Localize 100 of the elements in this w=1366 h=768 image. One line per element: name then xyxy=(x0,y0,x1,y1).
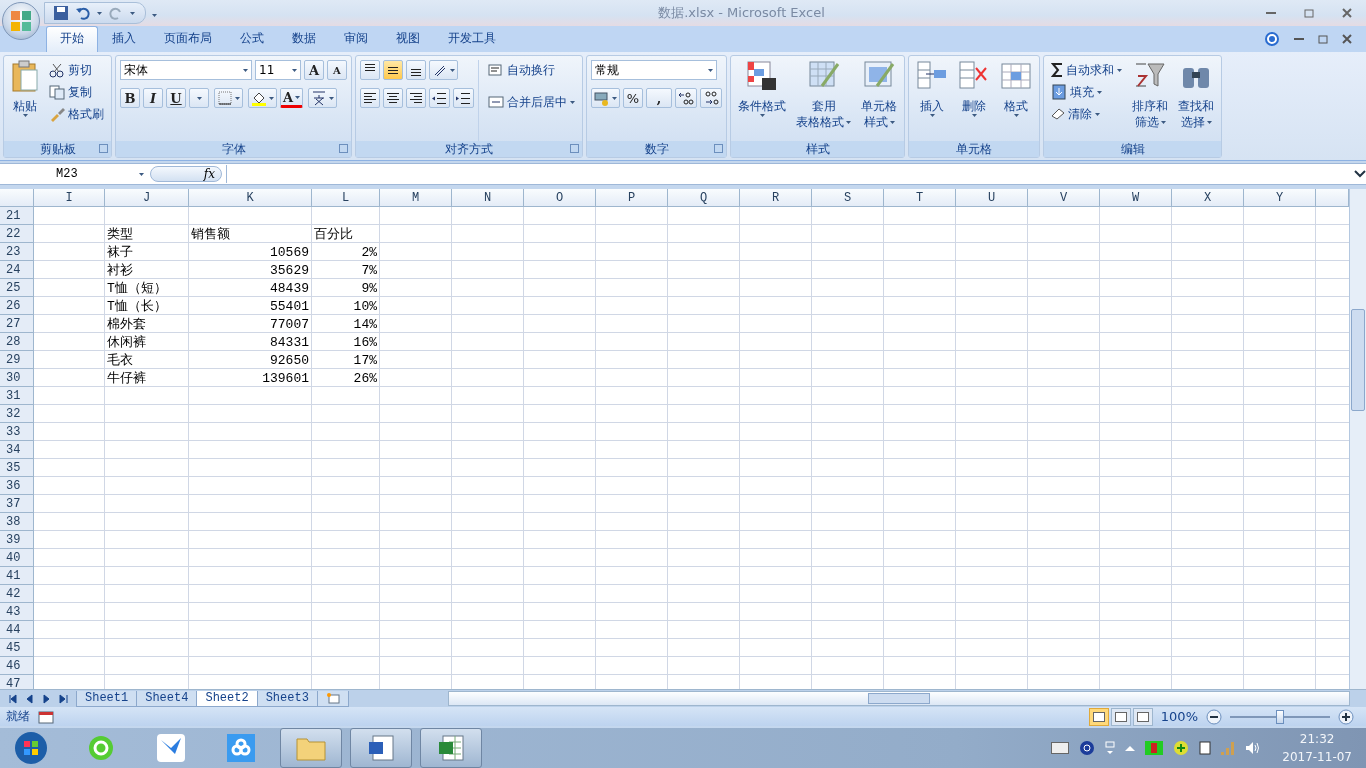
decrease-decimal-button[interactable] xyxy=(700,88,722,108)
new-sheet-button[interactable] xyxy=(316,690,349,707)
dialog-launcher-icon[interactable] xyxy=(99,144,108,154)
row-header[interactable]: 21 xyxy=(0,207,34,226)
view-button[interactable] xyxy=(1088,707,1109,726)
ribbon-button[interactable]: 格式 xyxy=(997,60,1035,142)
row-header[interactable]: 44 xyxy=(0,621,34,640)
sheet-tab[interactable]: Sheet2 xyxy=(196,690,258,707)
ribbon-tab[interactable]: 开始 xyxy=(46,26,98,52)
ribbon-button[interactable]: 套用 表格格式 xyxy=(793,60,854,142)
row-header[interactable]: 46 xyxy=(0,657,34,676)
clipboard-command[interactable]: 格式刷 xyxy=(46,104,107,124)
sheet-tab[interactable]: Sheet4 xyxy=(136,690,198,707)
sheet-tab[interactable]: Sheet1 xyxy=(76,690,138,707)
ribbon-tab[interactable]: 页面布局 xyxy=(150,26,226,52)
number-format-field[interactable]: 常规 xyxy=(591,60,717,80)
office-button[interactable] xyxy=(2,2,40,40)
column-header[interactable]: P xyxy=(596,189,668,208)
font-name-field[interactable]: 宋体 xyxy=(120,60,252,80)
merge-center-button[interactable]: 合并后居中 xyxy=(485,92,578,112)
italic-button[interactable]: I xyxy=(143,88,163,108)
column-header[interactable]: J xyxy=(105,189,189,208)
view-button[interactable] xyxy=(1132,707,1153,726)
ribbon-button[interactable]: 单元格 样式 xyxy=(858,60,900,142)
row-header[interactable]: 26 xyxy=(0,297,34,316)
increase-decimal-button[interactable] xyxy=(675,88,697,108)
row-header[interactable]: 43 xyxy=(0,603,34,622)
zoom-slider-thumb[interactable] xyxy=(1276,709,1284,724)
row-header[interactable]: 36 xyxy=(0,477,34,496)
border-button[interactable] xyxy=(214,88,243,108)
row-header[interactable]: 29 xyxy=(0,351,34,370)
row-header[interactable]: 31 xyxy=(0,387,34,406)
horizontal-align-button[interactable] xyxy=(360,88,380,108)
column-header[interactable]: M xyxy=(380,189,452,208)
ribbon-tab[interactable]: 数据 xyxy=(278,26,330,52)
row-header[interactable]: 32 xyxy=(0,405,34,424)
comma-button[interactable]: , xyxy=(646,88,672,108)
row-header[interactable]: 37 xyxy=(0,495,34,514)
column-header[interactable]: R xyxy=(740,189,812,208)
name-box[interactable]: M23 xyxy=(0,165,150,184)
wrap-text-button[interactable]: 自动换行 xyxy=(485,60,578,80)
select-all-corner[interactable] xyxy=(0,189,34,208)
column-header[interactable]: W xyxy=(1100,189,1172,208)
row-header[interactable]: 41 xyxy=(0,567,34,586)
row-header[interactable]: 42 xyxy=(0,585,34,604)
ribbon-button[interactable]: 条件格式 xyxy=(735,60,789,142)
row-header[interactable]: 23 xyxy=(0,243,34,262)
bold-button[interactable]: B xyxy=(120,88,140,108)
increase-indent-button[interactable] xyxy=(453,88,474,108)
row-header[interactable]: 40 xyxy=(0,549,34,568)
row-header[interactable]: 38 xyxy=(0,513,34,532)
row-header[interactable]: 34 xyxy=(0,441,34,460)
taskbar-app[interactable] xyxy=(280,728,342,768)
clipboard-command[interactable]: 复制 xyxy=(46,82,107,102)
horizontal-align-button[interactable] xyxy=(383,88,403,108)
ribbon-tab[interactable]: 插入 xyxy=(98,26,150,52)
decrease-indent-button[interactable] xyxy=(429,88,450,108)
grow-font-button[interactable]: A xyxy=(304,60,324,80)
ribbon-tab[interactable]: 公式 xyxy=(226,26,278,52)
ribbon-button[interactable]: 删除 xyxy=(955,60,993,142)
orientation-button[interactable] xyxy=(429,60,458,80)
vertical-scrollbar[interactable] xyxy=(1349,189,1366,690)
dialog-launcher-icon[interactable] xyxy=(339,144,348,154)
vertical-align-button[interactable] xyxy=(406,60,426,80)
column-header[interactable]: Q xyxy=(668,189,740,208)
column-header[interactable]: U xyxy=(956,189,1028,208)
percent-button[interactable]: % xyxy=(623,88,643,108)
row-header[interactable]: 47 xyxy=(0,675,34,690)
clipboard-command[interactable]: 剪切 xyxy=(46,60,107,80)
ribbon-tab[interactable]: 审阅 xyxy=(330,26,382,52)
column-header[interactable]: N xyxy=(452,189,524,208)
view-button[interactable] xyxy=(1110,707,1131,726)
row-header[interactable]: 45 xyxy=(0,639,34,658)
dialog-launcher-icon[interactable] xyxy=(714,144,723,154)
vertical-align-button[interactable] xyxy=(360,60,380,80)
row-header[interactable]: 27 xyxy=(0,315,34,334)
font-size-field[interactable]: 11 xyxy=(255,60,301,80)
ribbon-button[interactable]: 排序和 筛选 xyxy=(1129,60,1171,142)
editing-command[interactable]: 填充 xyxy=(1048,82,1125,102)
horizontal-scrollbar[interactable] xyxy=(447,691,1350,707)
row-header[interactable]: 33 xyxy=(0,423,34,442)
row-header[interactable]: 28 xyxy=(0,333,34,352)
phonetic-button[interactable] xyxy=(308,88,338,108)
sheet-tab[interactable]: Sheet3 xyxy=(256,690,318,707)
column-header[interactable]: S xyxy=(812,189,884,208)
paste-button[interactable]: 粘贴 xyxy=(8,60,42,142)
vertical-align-button[interactable] xyxy=(383,60,403,80)
column-header[interactable]: K xyxy=(189,189,312,208)
column-header[interactable]: L xyxy=(312,189,380,208)
dialog-launcher-icon[interactable] xyxy=(570,144,579,154)
fill-color-button[interactable] xyxy=(248,88,277,108)
taskbar-app[interactable] xyxy=(350,728,412,768)
column-header[interactable]: X xyxy=(1172,189,1244,208)
row-header[interactable]: 39 xyxy=(0,531,34,550)
row-header[interactable]: 24 xyxy=(0,261,34,280)
column-header[interactable]: V xyxy=(1028,189,1100,208)
column-header[interactable]: T xyxy=(884,189,956,208)
horizontal-align-button[interactable] xyxy=(406,88,426,108)
column-header[interactable]: O xyxy=(524,189,596,208)
ribbon-button[interactable]: 插入 xyxy=(913,60,951,142)
